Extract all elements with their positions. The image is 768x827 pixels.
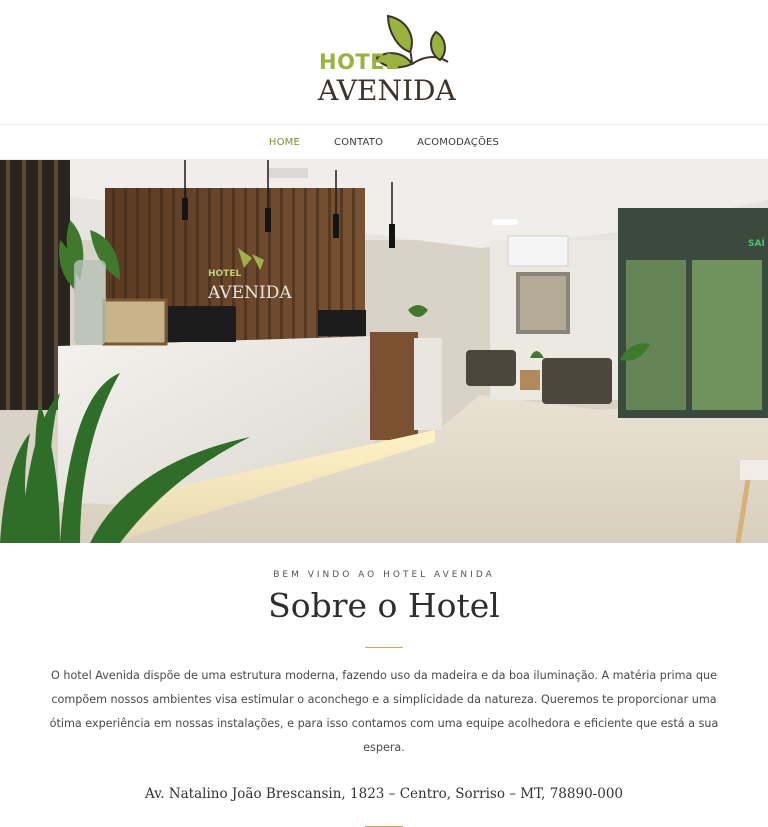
main-nav: HOME CONTATO ACOMODAÇÕES (0, 125, 768, 160)
about-paragraph: O hotel Avenida dispõe de uma estrutura … (49, 669, 719, 754)
site-header: HOTEL AVENIDA (0, 0, 768, 125)
about-section: BEM VINDO AO HOTEL AVENIDA Sobre o Hotel… (0, 570, 768, 827)
title-divider (365, 647, 403, 648)
lobby-illustration: HOTEL AVENIDA SAÍ (0, 160, 768, 543)
nav-contato-link[interactable]: CONTATO (334, 137, 383, 148)
section-kicker: BEM VINDO AO HOTEL AVENIDA (273, 570, 495, 580)
lobby-hero-image: HOTEL AVENIDA SAÍ (0, 160, 768, 543)
hotel-logo[interactable]: HOTEL AVENIDA (318, 12, 456, 108)
logo-hotel-text: HOTEL (319, 50, 399, 74)
logo-avenida-text: AVENIDA (318, 74, 456, 107)
lobby-logo-hotel: HOTEL (208, 269, 241, 279)
nav-acomodacoes-link[interactable]: ACOMODAÇÕES (417, 137, 499, 148)
section-title: Sobre o Hotel (268, 586, 500, 625)
lobby-logo-avenida: AVENIDA (207, 283, 292, 303)
exit-sign-text: SAÍ (748, 237, 765, 249)
nav-home-link[interactable]: HOME (269, 137, 300, 148)
hotel-address: Av. Natalino João Brescansin, 1823 – Cen… (145, 786, 623, 802)
